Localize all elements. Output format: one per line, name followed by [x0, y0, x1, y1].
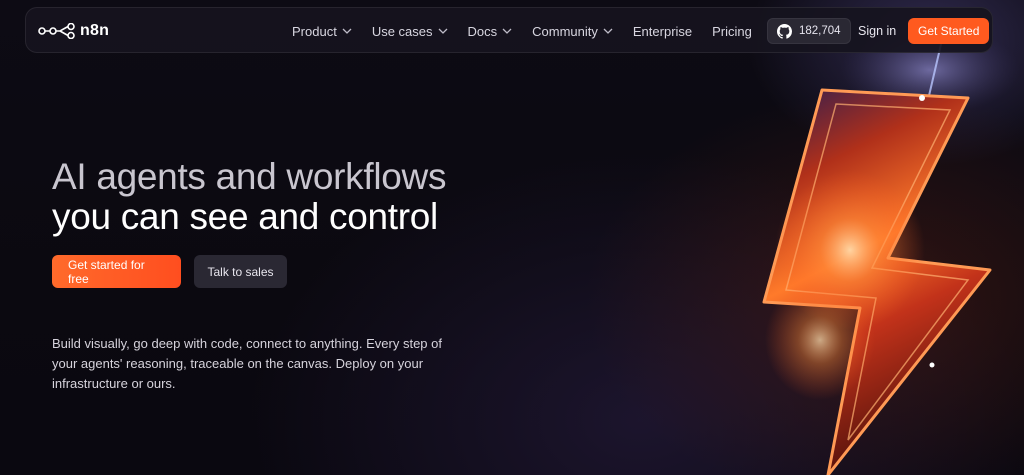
brand-name: n8n [80, 22, 110, 39]
nav-item-label: Enterprise [632, 23, 693, 39]
github-icon [777, 23, 792, 39]
nav-item-label: Docs [467, 23, 498, 39]
nav-item-pricing[interactable]: Pricing [712, 24, 752, 39]
chevron-down-icon [438, 28, 447, 34]
n8n-logo-icon [38, 23, 75, 39]
nav-item-label: Pricing [712, 23, 752, 39]
chevron-down-icon [342, 28, 352, 34]
landing-page: n8n Product Use cases Docs Community Ent… [0, 0, 1024, 475]
github-stars-button[interactable]: 182,704 [767, 18, 851, 44]
top-navbar: n8n Product Use cases Docs Community Ent… [25, 7, 993, 53]
hero-title: AI agents and workflows you can see and … [52, 157, 446, 237]
nav-item-docs[interactable]: Docs [468, 24, 513, 39]
hero-cta-row: Get started for free Talk to sales [52, 255, 287, 288]
sign-in-link[interactable]: Sign in [858, 8, 896, 54]
chevron-down-icon [603, 28, 613, 34]
n8n-logo[interactable]: n8n [38, 20, 109, 42]
hero-description: Build visually, go deep with code, conne… [52, 336, 442, 391]
nav-links: Product Use cases Docs Community Enterpr… [292, 8, 752, 54]
get-started-free-button[interactable]: Get started for free [52, 255, 181, 288]
nav-item-label: Product [292, 23, 337, 39]
nav-item-product[interactable]: Product [292, 24, 352, 39]
talk-to-sales-button[interactable]: Talk to sales [194, 255, 287, 288]
hero-title-line-1: AI agents and workflows [52, 156, 447, 197]
nav-item-label: Community [532, 23, 598, 39]
chevron-down-icon [502, 28, 512, 34]
github-star-count: 182,704 [799, 25, 841, 37]
hero-title-line-2: you can see and control [52, 196, 438, 237]
get-started-button[interactable]: Get Started [908, 18, 990, 44]
nav-item-use-cases[interactable]: Use cases [372, 24, 448, 39]
nav-item-community[interactable]: Community [532, 24, 613, 39]
nav-item-label: Use cases [371, 23, 433, 39]
lightning-bolt-illustration [762, 40, 1020, 475]
nav-item-enterprise[interactable]: Enterprise [633, 24, 692, 39]
